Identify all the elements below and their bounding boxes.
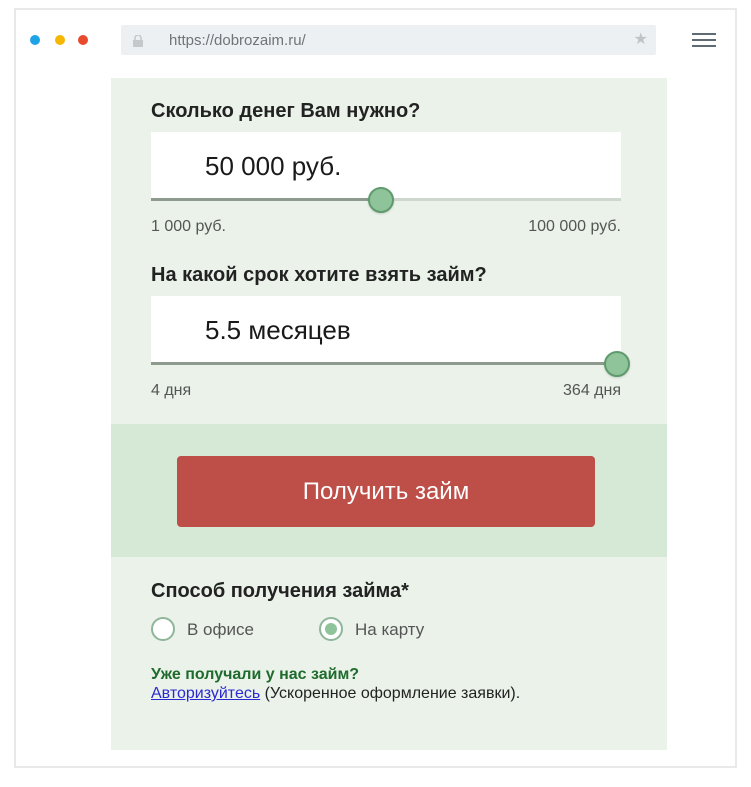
get-loan-button[interactable]: Получить займ (177, 456, 595, 527)
returning-customer-question: Уже получали у нас займ? (151, 666, 360, 683)
login-note: (Ускоренное оформление заявки). (260, 685, 521, 702)
term-field[interactable]: 5.5 месяцев (151, 296, 621, 362)
amount-label: Сколько денег Вам нужно? (151, 100, 421, 122)
radio-card-label[interactable]: На карту (355, 620, 424, 640)
amount-max-label: 100 000 руб. (528, 218, 621, 235)
window-dot-yellow (55, 35, 65, 45)
term-slider-fill (151, 362, 621, 365)
term-min-label: 4 дня (151, 382, 192, 399)
radio-office[interactable] (151, 617, 175, 641)
radio-card[interactable] (319, 617, 343, 641)
address-bar[interactable]: https://dobrozaim.ru/ ★ (121, 25, 656, 55)
radio-office-label[interactable]: В офисе (187, 620, 254, 640)
delivery-label: Способ получения займа* (151, 580, 409, 602)
term-value: 5.5 месяцев (205, 315, 351, 345)
term-label: На какой срок хотите взять займ? (151, 264, 487, 286)
login-link[interactable]: Авторизуйтесь (151, 685, 260, 702)
lock-icon (133, 34, 143, 52)
window-dot-red (78, 35, 88, 45)
amount-slider-fill (151, 198, 382, 201)
term-slider-track[interactable] (151, 362, 621, 365)
window-dot-blue (30, 35, 40, 45)
star-icon[interactable]: ★ (634, 29, 648, 49)
amount-min-label: 1 000 руб. (151, 218, 226, 235)
hamburger-menu-icon[interactable] (692, 33, 716, 49)
address-url: https://dobrozaim.ru/ (169, 32, 306, 49)
login-line: Авторизуйтесь (Ускоренное оформление зая… (151, 685, 520, 703)
amount-value: 50 000 руб. (205, 151, 342, 181)
term-slider-handle[interactable] (604, 351, 630, 377)
term-max-label: 364 дня (563, 382, 621, 399)
